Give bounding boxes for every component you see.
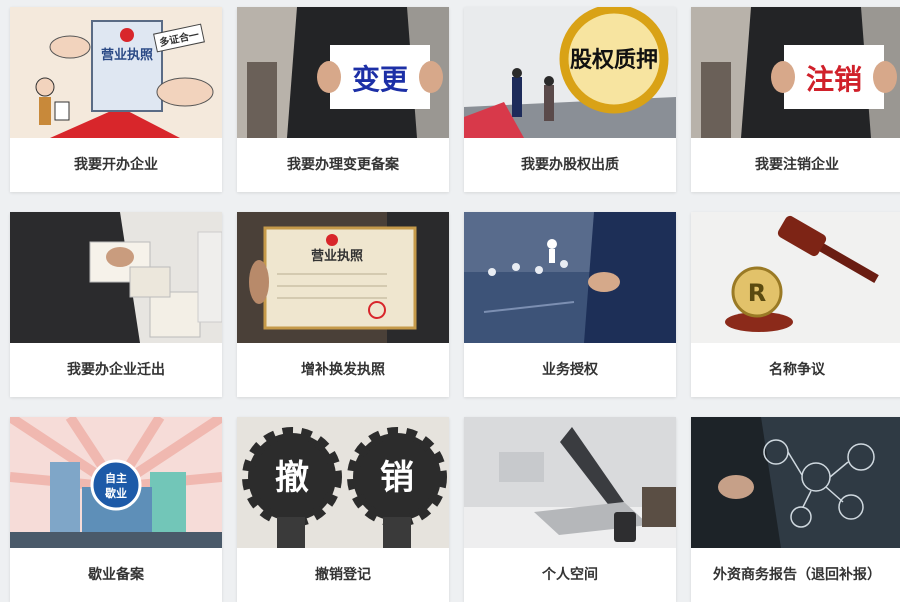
relocation-boxes-icon [10,212,222,343]
svg-text:变更: 变更 [352,63,409,96]
svg-text:营业执照: 营业执照 [311,248,363,264]
card-label: 个人空间 [542,567,598,583]
suspension-building-icon: 自主 歇业 [10,417,222,548]
card-label: 我要办企业迁出 [67,362,165,378]
gavel-icon: R [691,212,900,343]
service-grid: 营业执照 多证合一 我要开办企业 变更 我要办理变更备案 股权质押 我要办股权出… [10,7,900,602]
card-label: 增补换发执照 [301,362,385,378]
svg-text:撤: 撤 [275,458,309,498]
card-label: 我要办理变更备案 [287,157,399,173]
revocation-gears-icon: 撤 销 [237,417,449,548]
svg-text:自主: 自主 [105,471,127,485]
business-license-icon: 营业执照 多证合一 [10,7,222,138]
card-foreign-business-report[interactable]: 外资商务报告（退回补报） [691,417,900,602]
svg-text:注销: 注销 [806,63,862,96]
card-label: 撤销登记 [315,567,371,583]
svg-text:营业执照: 营业执照 [101,47,153,63]
cancel-sign-icon: 注销 [691,7,900,138]
license-certificate-icon: 营业执照 [237,212,449,343]
svg-text:股权质押: 股权质押 [570,47,658,73]
card-label: 歇业备案 [88,567,144,583]
card-change-filing[interactable]: 变更 我要办理变更备案 [237,7,449,192]
card-cancel-enterprise[interactable]: 注销 我要注销企业 [691,7,900,192]
card-business-authorization[interactable]: 业务授权 [464,212,676,397]
svg-text:R: R [748,279,766,307]
card-equity-pledge[interactable]: 股权质押 我要办股权出质 [464,7,676,192]
card-label: 业务授权 [542,362,598,378]
card-label: 我要办股权出质 [521,157,619,173]
card-personal-space[interactable]: 个人空间 [464,417,676,602]
change-sign-icon: 变更 [237,7,449,138]
card-label: 名称争议 [769,362,825,378]
business-report-icon [691,417,900,548]
svg-text:歇业: 歇业 [104,486,127,500]
card-label: 我要注销企业 [755,157,839,173]
card-suspension-filing[interactable]: 自主 歇业 歇业备案 [10,417,222,602]
card-revocation-registration[interactable]: 撤 销 撤销登记 [237,417,449,602]
equity-pledge-icon: 股权质押 [464,7,676,138]
card-label: 外资商务报告（退回补报） [713,567,881,583]
card-label: 我要开办企业 [74,157,158,173]
card-enterprise-relocation[interactable]: 我要办企业迁出 [10,212,222,397]
card-open-enterprise[interactable]: 营业执照 多证合一 我要开办企业 [10,7,222,192]
svg-text:销: 销 [380,458,414,498]
card-license-reissue[interactable]: 营业执照 增补换发执照 [237,212,449,397]
card-name-dispute[interactable]: R 名称争议 [691,212,900,397]
authorization-network-icon [464,212,676,343]
laptop-icon [464,417,676,548]
